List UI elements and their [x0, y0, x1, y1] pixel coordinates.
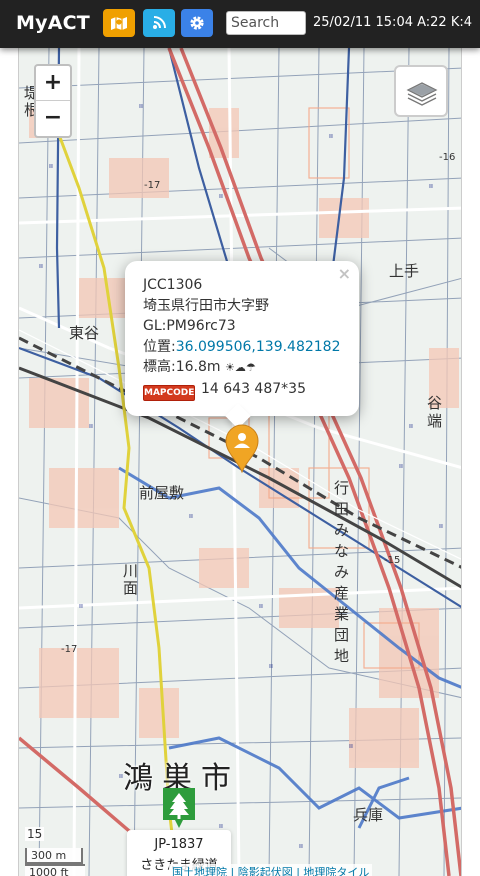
- svg-text:ıı: ıı: [429, 182, 433, 190]
- top-navbar: MyACT 25/02/11 15:04 A:22 K:4: [0, 0, 480, 48]
- svg-text:-17: -17: [144, 180, 160, 191]
- scale-metric: 300 m: [25, 848, 83, 864]
- signal-icon: [153, 16, 166, 29]
- popup-position-link[interactable]: 36.099506,139.482182: [176, 339, 341, 355]
- svg-text:ıı: ıı: [329, 132, 333, 140]
- park-code: JP-1837: [154, 837, 204, 852]
- popup-code: JCC1306: [143, 277, 203, 293]
- popup-position-label: 位置:: [143, 338, 176, 355]
- svg-text:ıı: ıı: [189, 512, 193, 520]
- gear-icon: [190, 16, 204, 30]
- svg-text:川: 川: [123, 562, 138, 580]
- svg-text:上手: 上手: [389, 262, 419, 280]
- svg-text:ıı: ıı: [269, 662, 273, 670]
- svg-text:ıı: ıı: [39, 262, 43, 270]
- svg-text:-15: -15: [384, 555, 400, 566]
- svg-text:行: 行: [334, 479, 349, 497]
- popup-elevation: 標高:16.8m: [143, 359, 221, 376]
- svg-text:ıı: ıı: [79, 602, 83, 610]
- zoom-in-button[interactable]: +: [36, 66, 70, 101]
- svg-text:田: 田: [334, 500, 349, 518]
- status-text: 25/02/11 15:04 A:22 K:4: [313, 15, 473, 30]
- zoom-control: + −: [34, 64, 72, 138]
- mapcode-logo: MAPCODE: [143, 384, 195, 401]
- location-popup: × JCC1306 埼玉県行田市大字野 GL:PM96rc73 位置:36.09…: [125, 261, 359, 429]
- map-icon: [111, 17, 127, 30]
- svg-text:ıı: ıı: [259, 602, 263, 610]
- popup-grid: GL:PM96rc73: [143, 318, 236, 335]
- svg-text:地: 地: [334, 647, 349, 665]
- svg-text:ıı: ıı: [139, 102, 143, 110]
- settings-button[interactable]: [181, 9, 213, 37]
- location-marker-icon[interactable]: [224, 423, 260, 473]
- popup-elevation-row: 標高:16.8m ☀☁☂: [143, 357, 341, 379]
- layers-button[interactable]: [394, 65, 448, 117]
- scale-imperial: 1000 ft: [25, 864, 85, 876]
- weather-icon: ☀☁☂: [224, 361, 256, 375]
- svg-text:業: 業: [334, 605, 349, 623]
- popup-mapcode: 14 643 487*35: [201, 380, 306, 397]
- svg-text:ıı: ıı: [219, 192, 223, 200]
- svg-text:ıı: ıı: [349, 742, 353, 750]
- svg-text:端: 端: [427, 412, 442, 430]
- svg-text:面: 面: [123, 579, 138, 597]
- svg-text:な: な: [334, 542, 349, 560]
- svg-text:ıı: ıı: [299, 842, 303, 850]
- svg-text:み: み: [334, 521, 349, 539]
- svg-text:-17: -17: [61, 644, 77, 655]
- signal-button[interactable]: [143, 9, 175, 37]
- svg-text:谷: 谷: [427, 394, 442, 412]
- svg-text:産: 産: [334, 584, 349, 602]
- tree-marker-icon[interactable]: [161, 786, 197, 830]
- svg-text:ıı: ıı: [49, 162, 53, 170]
- svg-text:ıı: ıı: [219, 822, 223, 830]
- zoom-out-button[interactable]: −: [36, 101, 70, 136]
- svg-text:ıı: ıı: [89, 422, 93, 430]
- svg-text:ıı: ıı: [409, 422, 413, 430]
- app-brand[interactable]: MyACT: [16, 12, 90, 34]
- map-button[interactable]: [103, 9, 135, 37]
- zoom-level: 15: [25, 827, 45, 841]
- svg-text:団: 団: [334, 626, 349, 644]
- svg-text:ıı: ıı: [399, 462, 403, 470]
- layers-icon: [406, 82, 438, 106]
- svg-text:-16: -16: [439, 152, 455, 163]
- svg-text:東谷: 東谷: [69, 324, 99, 342]
- popup-position-row: 位置:36.099506,139.482182: [143, 337, 341, 358]
- search-input[interactable]: [226, 11, 306, 35]
- popup-mapcode-row: MAPCODE 14 643 487*35: [143, 379, 341, 401]
- svg-text:前屋敷: 前屋敷: [139, 484, 184, 502]
- popup-address: 埼玉県行田市大字野: [143, 297, 269, 314]
- svg-text:兵庫: 兵庫: [353, 806, 383, 824]
- svg-text:み: み: [334, 563, 349, 581]
- svg-text:ıı: ıı: [439, 522, 443, 530]
- map-view[interactable]: ıııııııııı ıııııııııı ıııııııııı ııııııı…: [18, 48, 462, 876]
- map-attribution[interactable]: 国土地理院 | 陰影起伏図 | 地理院タイル: [169, 864, 373, 876]
